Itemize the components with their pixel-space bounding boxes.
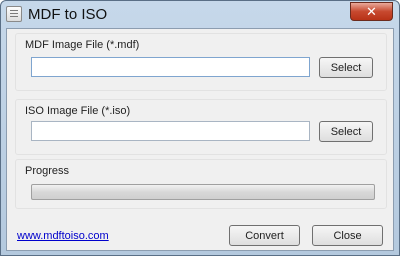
iso-select-button[interactable]: Select	[319, 121, 373, 142]
window-close-button[interactable]: ✕	[350, 2, 393, 21]
convert-button[interactable]: Convert	[229, 225, 300, 246]
dialog-body: MDF Image File (*.mdf) Select ISO Image …	[6, 28, 394, 251]
mdf-file-label: MDF Image File (*.mdf)	[25, 39, 140, 51]
mdf-select-button[interactable]: Select	[319, 57, 373, 78]
website-link[interactable]: www.mdftoiso.com	[17, 230, 109, 242]
app-window: MDF to ISO ✕ MDF Image File (*.mdf) Sele…	[0, 0, 400, 256]
mdf-file-input[interactable]	[31, 57, 310, 77]
mdf-file-group: MDF Image File (*.mdf) Select	[15, 33, 387, 91]
close-button[interactable]: Close	[312, 225, 383, 246]
iso-file-input[interactable]	[31, 121, 310, 141]
progress-group: Progress	[15, 159, 387, 209]
title-bar[interactable]: MDF to ISO ✕	[1, 1, 399, 28]
document-icon	[6, 6, 22, 22]
progress-label: Progress	[25, 165, 70, 177]
iso-file-label: ISO Image File (*.iso)	[25, 105, 131, 117]
iso-file-group: ISO Image File (*.iso) Select	[15, 99, 387, 155]
window-title: MDF to ISO	[28, 6, 108, 23]
close-icon: ✕	[366, 4, 377, 19]
progress-bar	[31, 184, 375, 200]
